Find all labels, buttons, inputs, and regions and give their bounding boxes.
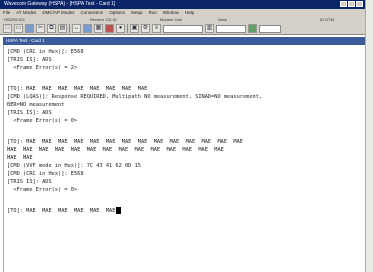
status-row: HSDPA ID3 Receive CD-ID Modem Cab Sess I… <box>0 16 365 23</box>
terminal-line: <Frame Error(s) = 2> <box>7 65 78 71</box>
menu-file[interactable]: File <box>3 9 10 16</box>
terminal-line-current: [TO]: MAE MAE MAE MAE MAE MAE <box>7 207 122 215</box>
open-icon[interactable]: ▭ <box>14 24 23 33</box>
list-icon[interactable]: ≡ <box>152 24 161 33</box>
print-icon[interactable]: ▣ <box>130 24 139 33</box>
status-field-4: Sess <box>218 17 227 22</box>
toolbar-separator <box>69 24 70 33</box>
terminal-line-text: [TO]: MAE MAE MAE MAE MAE MAE <box>7 208 116 214</box>
stop-icon[interactable] <box>105 24 114 33</box>
toolbar-field-2[interactable] <box>216 24 246 33</box>
grid-icon[interactable]: ▦ <box>94 24 103 33</box>
terminal-line: <Frame Error(s) = 0> <box>7 118 78 124</box>
toolbar-separator <box>127 24 128 33</box>
terminal-line: [TRIS IS]: ADS <box>7 57 52 63</box>
record-icon[interactable]: ● <box>116 24 125 33</box>
cut-icon[interactable]: ✂ <box>36 24 45 33</box>
signal-icon[interactable] <box>248 24 257 33</box>
save-icon[interactable] <box>25 24 34 33</box>
status-field-5: ID:GTM <box>320 17 334 22</box>
maximize-button[interactable] <box>348 1 355 7</box>
text-cursor <box>116 207 122 214</box>
minimize-button[interactable] <box>340 1 347 7</box>
close-button[interactable] <box>356 1 363 7</box>
terminal-line: BER=NO measurement <box>7 102 65 108</box>
terminal-line: [TO]: MAE MAE MAE MAE MAE MAE MAE MAE MA… <box>7 139 243 145</box>
vertical-scrollbar[interactable] <box>365 0 373 272</box>
monitor-icon[interactable] <box>83 24 92 33</box>
menu-window[interactable]: Window <box>163 9 179 16</box>
terminal-line: <Frame Error(s) = 0> <box>7 187 78 193</box>
status-field-2: Receive CD-ID <box>90 17 117 22</box>
terminal-output[interactable]: [CMD (CRC in Hex)]: E568 [TRIS IS]: ADS … <box>3 45 365 272</box>
menu-at-modes[interactable]: AT Modes <box>16 9 36 16</box>
toolbar: □ ▭ ✂ ⧉ ▤ ↔ ▦ ● ▣ ⚙ ≡ ▥ <box>0 23 365 35</box>
app-title: Wavecom Gateway (HSPA) - [HSPA Test - Ca… <box>4 1 116 7</box>
terminal-line: [CMD (CRC in Hex)]: E568 <box>7 49 84 55</box>
terminal-line: MAE MAE MAE MAE MAE MAE MAE MAE MAE MAE … <box>7 147 224 153</box>
status-field-3: Modem Cab <box>160 17 182 22</box>
paste-icon[interactable]: ▤ <box>58 24 67 33</box>
terminal-line: [TRIS IS]: ADS <box>7 110 52 116</box>
terminal-line: [CMD (CRC in Hex)]: E568 <box>7 171 84 177</box>
toolbar-field-3[interactable] <box>259 24 281 33</box>
window-controls <box>340 0 365 9</box>
tool-icon[interactable]: ▥ <box>205 24 214 33</box>
status-field-1: HSDPA ID3 <box>4 17 25 22</box>
terminal-line: [TRIS IS]: ADS <box>7 179 52 185</box>
menu-help[interactable]: Help <box>185 9 194 16</box>
settings-icon[interactable]: ⚙ <box>141 24 150 33</box>
menu-options[interactable]: Options <box>109 9 125 16</box>
terminal-line: [TO]: MAE MAE MAE MAE MAE MAE MAE MAE <box>7 86 148 92</box>
menu-run[interactable]: Run <box>149 9 157 16</box>
app-title-bar: Wavecom Gateway (HSPA) - [HSPA Test - Ca… <box>0 0 365 9</box>
menu-setup[interactable]: Setup <box>131 9 143 16</box>
terminal-line: MAE MAE <box>7 155 33 161</box>
copy-icon[interactable]: ⧉ <box>47 24 56 33</box>
menu-connection[interactable]: Connection <box>81 9 104 16</box>
connect-icon[interactable]: ↔ <box>72 24 81 33</box>
new-icon[interactable]: □ <box>3 24 12 33</box>
terminal-line: [CMD (LQAS)]: Response REQUIRED, Multipa… <box>7 94 263 100</box>
toolbar-field[interactable] <box>163 24 203 33</box>
menu-dmc-modes[interactable]: DMC/AP Modes <box>42 9 74 16</box>
terminal-line: [CMD (VVF mode in Hex)]: 7C 43 41 62 0D … <box>7 163 141 169</box>
menu-bar: File AT Modes DMC/AP Modes Connection Op… <box>0 9 365 16</box>
child-window-title: HSPA Test - Card 1 <box>3 37 365 45</box>
